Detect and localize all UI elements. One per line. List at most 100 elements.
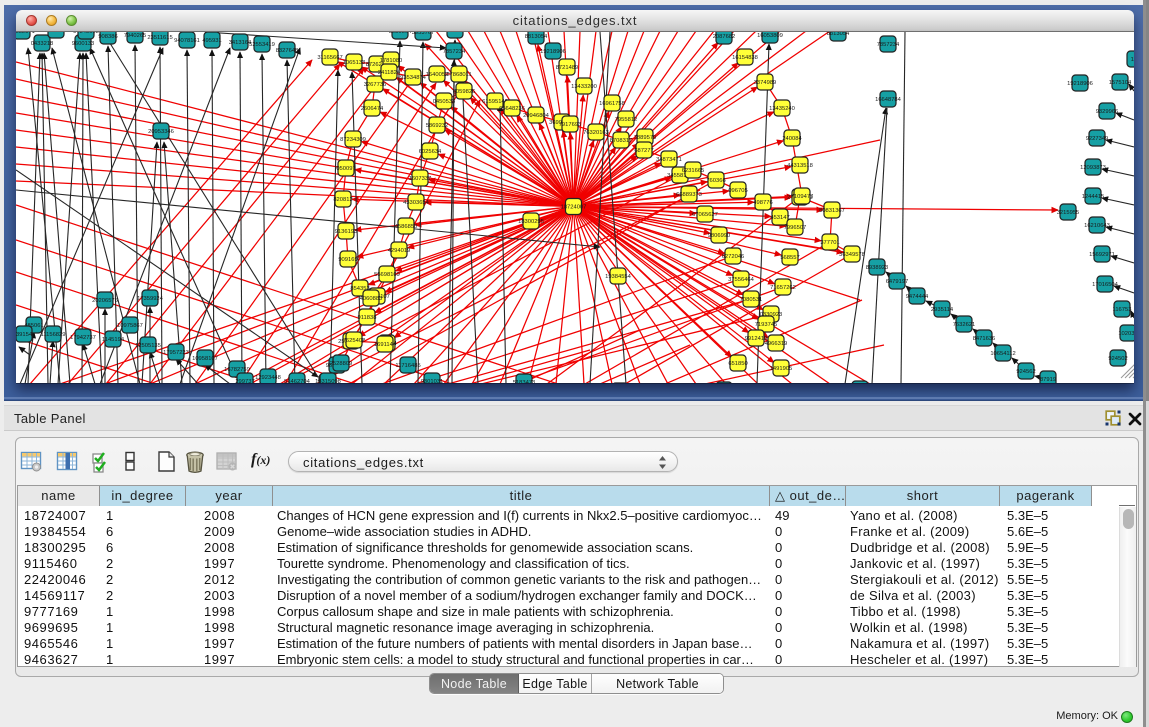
svg-text:39154: 39154	[16, 332, 33, 338]
svg-text:240084: 240084	[782, 136, 802, 142]
svg-text:8813054: 8813054	[525, 34, 548, 40]
svg-text:87919: 87919	[1040, 377, 1056, 383]
svg-text:377701: 377701	[820, 240, 839, 246]
svg-text:10654112: 10654112	[990, 351, 1015, 357]
svg-text:4060883: 4060883	[360, 296, 383, 302]
svg-text:7857234: 7857234	[443, 49, 466, 55]
svg-text:9474444: 9474444	[906, 294, 929, 300]
svg-text:65648236: 65648236	[499, 106, 525, 112]
svg-text:10958107: 10958107	[192, 356, 218, 362]
svg-text:13435240: 13435240	[769, 106, 795, 112]
svg-text:911838: 911838	[358, 315, 377, 321]
svg-text:2087682: 2087682	[713, 34, 736, 40]
svg-text:97848018: 97848018	[73, 32, 99, 35]
svg-text:908386: 908386	[98, 34, 117, 40]
svg-text:12093873: 12093873	[1080, 165, 1106, 171]
svg-text:9227349: 9227349	[1086, 136, 1109, 142]
svg-text:8471636: 8471636	[973, 336, 996, 342]
svg-text:9806990: 9806990	[708, 233, 731, 239]
svg-text:18300295: 18300295	[518, 219, 544, 225]
svg-text:6025634: 6025634	[419, 149, 442, 155]
svg-text:9136193: 9136193	[335, 229, 358, 235]
svg-text:8059826: 8059826	[453, 89, 476, 95]
svg-text:7917693: 7917693	[559, 122, 582, 128]
svg-text:1244415: 1244415	[1082, 194, 1105, 200]
svg-text:4294019: 4294019	[388, 248, 411, 254]
svg-text:12505135: 12505135	[135, 343, 161, 349]
svg-text:7857234: 7857234	[877, 42, 900, 48]
svg-text:050097: 050097	[336, 166, 355, 172]
svg-text:34873471: 34873471	[656, 157, 682, 163]
svg-text:17016504: 17016504	[1092, 282, 1119, 288]
svg-text:16210643: 16210643	[1084, 223, 1110, 229]
svg-text:23511615: 23511615	[147, 35, 172, 41]
svg-text:5869232: 5869232	[426, 123, 449, 129]
svg-text:94078161: 94078161	[174, 38, 200, 44]
svg-text:19218906: 19218906	[540, 49, 566, 55]
svg-text:1640052: 1640052	[426, 72, 449, 78]
svg-text:31165667: 31165667	[317, 55, 342, 61]
svg-text:7940265: 7940265	[124, 33, 147, 39]
svg-text:7889579: 7889579	[634, 135, 657, 141]
svg-text:11716485: 11716485	[395, 363, 420, 369]
svg-text:1065133: 1065133	[343, 60, 366, 66]
svg-text:0433218: 0433218	[31, 41, 54, 47]
svg-text:8721489: 8721489	[556, 65, 579, 71]
svg-text:17359924: 17359924	[137, 296, 164, 302]
svg-text:909169: 909169	[338, 257, 357, 263]
svg-text:9329966: 9329966	[1096, 109, 1119, 115]
svg-text:760366: 760366	[706, 178, 725, 184]
svg-text:6272046: 6272046	[722, 254, 745, 260]
svg-text:9301031: 9301031	[421, 379, 444, 383]
svg-text:16053809: 16053809	[757, 33, 783, 39]
svg-text:7996507: 7996507	[784, 225, 807, 231]
svg-text:7080531: 7080531	[740, 297, 763, 303]
svg-text:1491905: 1491905	[770, 366, 793, 372]
svg-text:76320163: 76320163	[583, 130, 609, 136]
svg-text:13315098: 13315098	[315, 379, 341, 383]
svg-text:52553419: 52553419	[249, 42, 275, 48]
svg-text:29946804: 29946804	[523, 113, 550, 119]
svg-text:16154838: 16154838	[732, 55, 758, 61]
svg-text:17957223: 17957223	[163, 350, 189, 356]
svg-text:7955812: 7955812	[615, 117, 638, 123]
svg-text:0450533: 0450533	[433, 99, 456, 105]
svg-text:93534874: 93534874	[400, 75, 427, 81]
svg-text:9600133: 9600133	[72, 41, 95, 47]
svg-text:10975867: 10975867	[117, 323, 143, 329]
svg-text:096705: 096705	[728, 188, 747, 194]
svg-text:13433200: 13433200	[571, 84, 597, 90]
svg-text:111: 111	[1131, 57, 1134, 63]
svg-text:498776: 498776	[753, 200, 772, 206]
svg-text:37556464: 37556464	[728, 277, 755, 283]
svg-text:820812: 820812	[333, 197, 352, 203]
svg-text:2528809: 2528809	[330, 361, 353, 367]
svg-text:8813054: 8813054	[827, 32, 850, 37]
svg-text:116753: 116753	[1113, 307, 1132, 313]
svg-text:1781080: 1781080	[380, 58, 403, 64]
svg-text:1145194: 1145194	[102, 337, 125, 343]
svg-text:7625402: 7625402	[343, 338, 366, 344]
svg-text:36349578: 36349578	[839, 252, 865, 258]
svg-text:11156829: 11156829	[41, 332, 66, 338]
svg-text:15692971: 15692971	[1089, 252, 1115, 258]
svg-text:19384554: 19384554	[605, 274, 632, 280]
svg-text:1607337: 1607337	[409, 176, 432, 182]
svg-text:4238849: 4238849	[444, 32, 467, 34]
svg-text:51462704: 51462704	[284, 379, 311, 383]
svg-text:102034: 102034	[1118, 331, 1134, 337]
svg-text:20206576: 20206576	[92, 298, 118, 304]
svg-text:495931: 495931	[202, 38, 221, 44]
svg-text:3215955: 3215955	[1057, 210, 1080, 216]
svg-text:5183473: 5183473	[513, 380, 536, 383]
svg-text:80831367: 80831367	[819, 208, 845, 214]
svg-text:44313518: 44313518	[787, 163, 813, 169]
svg-text:8708317: 8708317	[610, 138, 633, 144]
svg-text:299737: 299737	[235, 379, 254, 383]
svg-text:27868011: 27868011	[446, 72, 471, 78]
svg-text:4586850: 4586850	[395, 224, 418, 230]
svg-text:7109477: 7109477	[791, 194, 814, 200]
svg-text:20953346: 20953346	[148, 129, 174, 135]
svg-text:4966319: 4966319	[765, 341, 788, 347]
svg-text:19218906: 19218906	[1067, 81, 1093, 87]
